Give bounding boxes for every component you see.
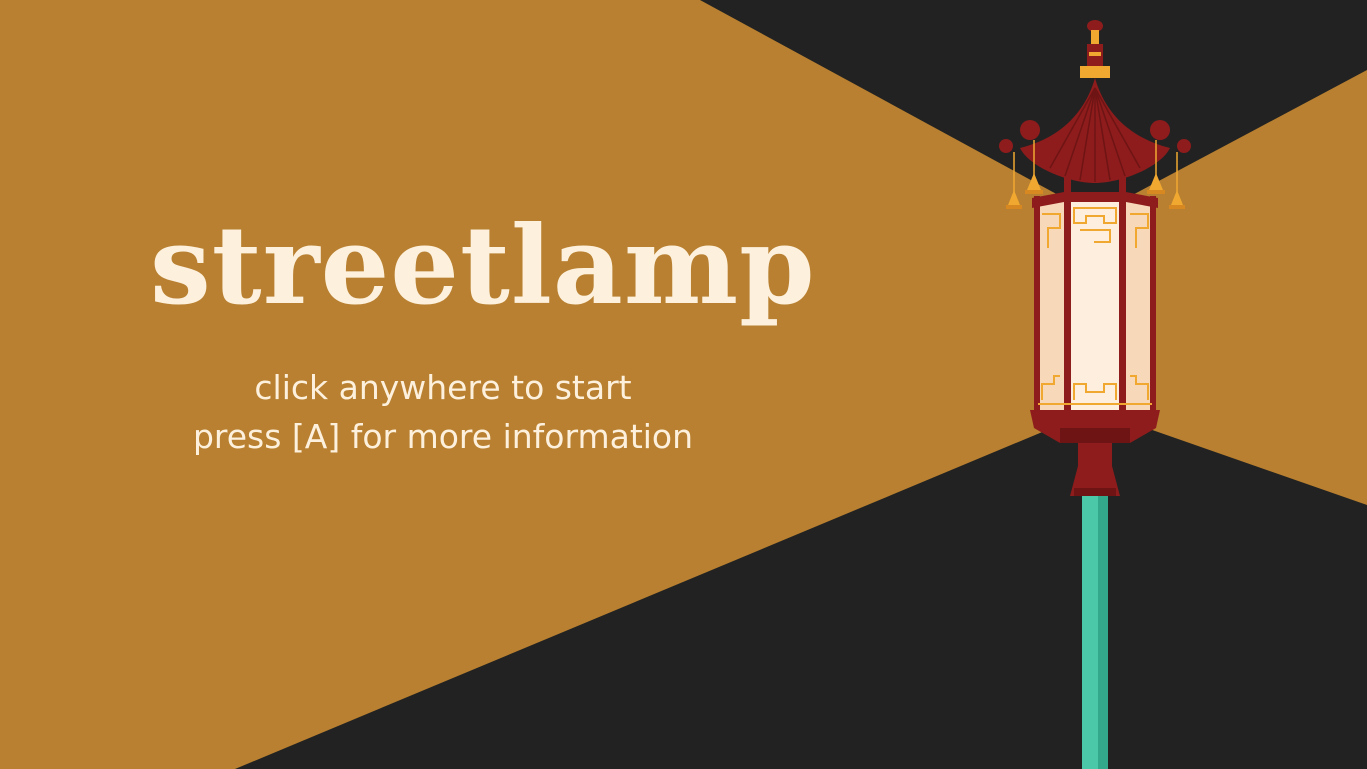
lamp-pole-shade xyxy=(1098,493,1108,769)
roof-curl-right xyxy=(1150,120,1170,140)
lamp-frame-post xyxy=(1150,196,1156,412)
lamp-frame-post xyxy=(1119,170,1126,412)
start-screen[interactable]: streetlamp click anywhere to start press… xyxy=(0,0,1367,769)
roof-curl-far-right xyxy=(1177,139,1191,153)
lamp-base-shade xyxy=(1060,428,1130,443)
bell-icon xyxy=(1169,152,1185,209)
info-hint: press [A] for more information xyxy=(192,417,694,456)
game-title: streetlamp xyxy=(150,203,816,329)
roof-curl-left xyxy=(1020,120,1040,140)
lamp-finial-neck xyxy=(1091,30,1099,44)
start-hint: click anywhere to start xyxy=(254,368,632,407)
roof-curl-far-left xyxy=(999,139,1013,153)
lamp-finial-band xyxy=(1080,66,1110,78)
streetlamp-icon xyxy=(999,20,1191,769)
lamp-frame-post xyxy=(1064,170,1071,412)
lamp-finial-ring xyxy=(1089,52,1101,56)
lamp-neck-band xyxy=(1074,488,1116,496)
lamp-frame-post xyxy=(1034,196,1040,412)
bell-icon xyxy=(1006,152,1022,209)
